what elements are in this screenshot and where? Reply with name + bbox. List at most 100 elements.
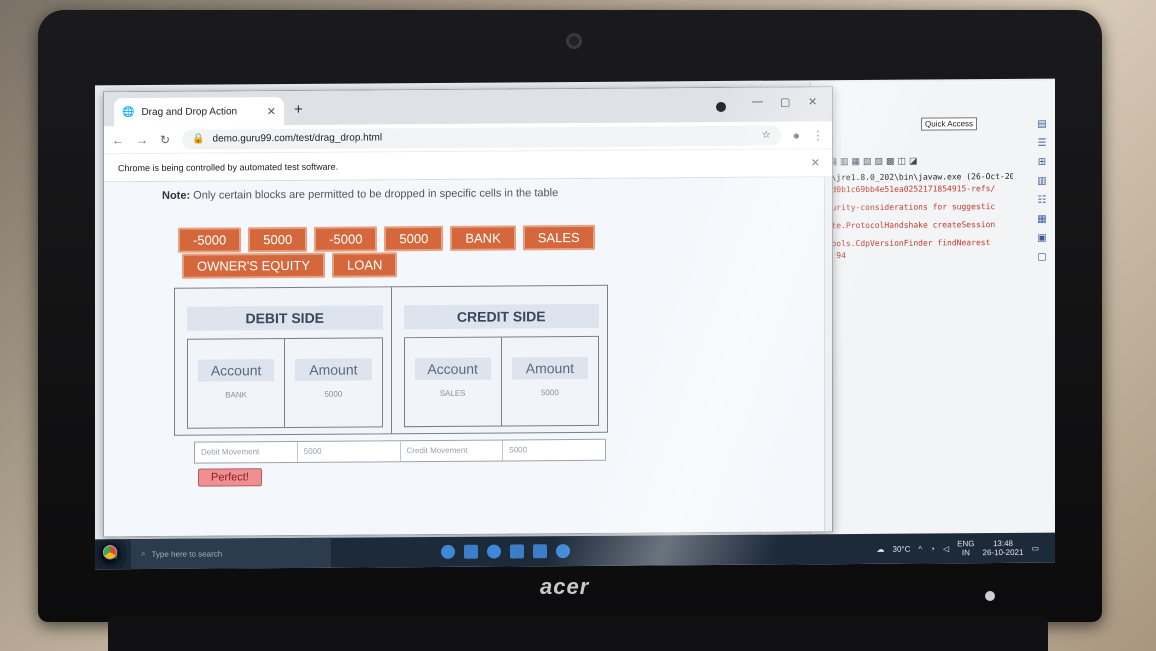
- close-tab-icon[interactable]: ✕: [267, 105, 276, 118]
- power-led: [985, 591, 995, 601]
- console-line: emote.ProtocolHandshake createSession: [817, 220, 996, 231]
- console-line: evtools.CdpVersionFinder findNearest: [817, 238, 991, 249]
- credit-movement-label: Credit Movement: [400, 440, 504, 462]
- star-icon[interactable]: ☆: [762, 130, 771, 141]
- task-view-icon[interactable]: [464, 544, 478, 559]
- laptop-screen: Quick Access ▣▤▥▦▧▨▩◫◪ ava\jre1.8.0_202\…: [95, 78, 1055, 570]
- time: 13:48: [992, 538, 1013, 549]
- forward-icon[interactable]: →: [136, 132, 148, 146]
- quick-access-field[interactable]: Quick Access: [921, 117, 978, 131]
- console-line: ion 94: [817, 251, 846, 261]
- edge-icon[interactable]: [487, 544, 501, 559]
- debit-movement-label: Debit Movement: [195, 441, 298, 463]
- drag-block[interactable]: 5000: [384, 225, 444, 252]
- page-scrollbar[interactable]: [824, 177, 832, 532]
- debit-side: DEBIT SIDE Account BANK Amount 5000: [175, 287, 392, 435]
- eclipse-icon[interactable]: [556, 544, 570, 559]
- drag-block[interactable]: -5000: [178, 227, 242, 253]
- ledger-table: DEBIT SIDE Account BANK Amount 5000 CRED…: [174, 284, 608, 436]
- minimize-icon[interactable]: —: [752, 96, 763, 108]
- drag-block[interactable]: -5000: [314, 226, 378, 252]
- drag-block[interactable]: 5000: [248, 226, 308, 253]
- browser-window: 🌐 Drag and Drop Action ✕ + — ▢ ✕ ← → ↻ 🔒…: [103, 86, 833, 538]
- taskbar-apps: [103, 544, 570, 560]
- note-text: Only certain blocks are permitted to be …: [193, 187, 559, 202]
- debit-account-cell[interactable]: Account BANK: [188, 339, 286, 428]
- ide-window: Quick Access ▣▤▥▦▧▨▩◫◪ ava\jre1.8.0_202\…: [810, 80, 1055, 535]
- mail-icon[interactable]: [533, 544, 547, 559]
- page-content: Note: Only certain blocks are permitted …: [104, 177, 832, 537]
- close-infobar-icon[interactable]: ✕: [811, 156, 820, 169]
- credit-movement-value: 5000: [509, 445, 528, 455]
- debit-amount-value: 5000: [324, 389, 343, 399]
- search-placeholder: Type here to search: [151, 548, 223, 559]
- clock[interactable]: 13:48 26-10-2021: [983, 539, 1024, 557]
- weather-icon[interactable]: ☁: [877, 544, 885, 553]
- address-bar[interactable]: 🔒 demo.guru99.com/test/drag_drop.html ☆: [182, 125, 781, 150]
- drag-block[interactable]: SALES: [522, 224, 595, 251]
- credit-amount-value: 5000: [540, 388, 559, 398]
- back-icon[interactable]: ←: [112, 133, 124, 147]
- language: ENG: [957, 539, 975, 549]
- console-line: security-considerations for suggestic: [817, 202, 996, 213]
- blocks-row-1: -5000 5000 -5000 5000 BANK SALES: [178, 224, 595, 253]
- new-tab-button[interactable]: +: [294, 101, 303, 118]
- ide-toolbar[interactable]: ▣▤▥▦▧▨▩◫◪: [817, 155, 1017, 170]
- debit-movement-value: 5000: [297, 441, 401, 462]
- movement-totals: Debit Movement 5000 Credit Movement 5000: [194, 438, 606, 464]
- brand-logo: acer: [540, 574, 590, 599]
- console-line: 38ed0b1c69bb4e51ea0252171854915-refs/: [817, 184, 996, 195]
- temperature: 30°C: [892, 544, 911, 554]
- tab-title: Drag and Drop Action: [141, 105, 238, 118]
- profile-icon[interactable]: [716, 101, 726, 113]
- chrome-icon[interactable]: [103, 545, 117, 560]
- credit-drop-area: Account SALES Amount 5000: [403, 335, 599, 428]
- drag-block[interactable]: BANK: [450, 225, 516, 251]
- search-icon: ⌕: [141, 548, 146, 559]
- credit-amount-cell[interactable]: Amount 5000: [502, 337, 598, 426]
- drag-block[interactable]: OWNER'S EQUITY: [182, 252, 325, 279]
- credit-amount-header: Amount: [511, 356, 588, 380]
- debit-account-value: BANK: [225, 390, 248, 400]
- credit-side: CREDIT SIDE Account SALES Amount 5000: [392, 286, 608, 434]
- tray-arrow-icon[interactable]: ^: [918, 544, 922, 553]
- browser-tab[interactable]: 🌐 Drag and Drop Action ✕: [114, 97, 284, 127]
- laptop-base: [108, 616, 1048, 651]
- language-indicator[interactable]: ENG IN: [957, 539, 974, 557]
- volume-icon[interactable]: ◁: [943, 544, 949, 553]
- system-tray: ☁ 30°C ^ ◔ ◁ ENG IN 13:48 26-10-2021 ▭: [877, 539, 1055, 558]
- ide-sidebar[interactable]: ▤ ☰ ⊞ ▥ ☷ ▦ ▣ ▢: [1031, 115, 1053, 305]
- region: IN: [961, 548, 970, 558]
- close-window-icon[interactable]: ✕: [808, 95, 817, 108]
- taskbar-search[interactable]: ⌕ Type here to search: [131, 537, 331, 570]
- debit-amount-header: Amount: [295, 358, 372, 381]
- date: 26-10-2021: [982, 547, 1024, 558]
- menu-icon[interactable]: ⋮: [812, 128, 824, 142]
- tab-strip: 🌐 Drag and Drop Action ✕ + — ▢ ✕: [104, 87, 832, 127]
- store-icon[interactable]: [510, 544, 524, 559]
- credit-account-value: SALES: [439, 388, 466, 398]
- perfect-button[interactable]: Perfect!: [198, 468, 262, 487]
- debit-account-header: Account: [198, 359, 275, 382]
- globe-icon: 🌐: [122, 106, 135, 118]
- network-icon[interactable]: ◔: [930, 544, 935, 553]
- notification-icon[interactable]: ▭: [1031, 543, 1039, 552]
- credit-side-title: CREDIT SIDE: [403, 303, 599, 330]
- debit-side-title: DEBIT SIDE: [187, 305, 383, 331]
- lock-icon: 🔒: [192, 133, 205, 145]
- drag-block[interactable]: LOAN: [332, 252, 398, 278]
- debit-amount-cell[interactable]: Amount 5000: [285, 338, 381, 427]
- credit-account-cell[interactable]: Account SALES: [404, 337, 502, 427]
- blocks-row-2: OWNER'S EQUITY LOAN: [182, 252, 398, 279]
- ide-console: ava\jre1.8.0_202\bin\javaw.exe (26-Oct-2…: [817, 171, 1013, 262]
- account-icon[interactable]: ●: [793, 128, 800, 142]
- url-text: demo.guru99.com/test/drag_drop.html: [212, 132, 383, 145]
- infobar-text: Chrome is being controlled by automated …: [118, 161, 339, 173]
- debit-drop-area: Account BANK Amount 5000: [187, 337, 383, 429]
- maximize-icon[interactable]: ▢: [780, 95, 790, 108]
- webcam: [566, 33, 582, 49]
- credit-account-header: Account: [414, 357, 491, 381]
- note: Note: Only certain blocks are permitted …: [162, 187, 558, 202]
- cortana-icon[interactable]: [441, 544, 455, 559]
- reload-icon[interactable]: ↻: [160, 132, 170, 146]
